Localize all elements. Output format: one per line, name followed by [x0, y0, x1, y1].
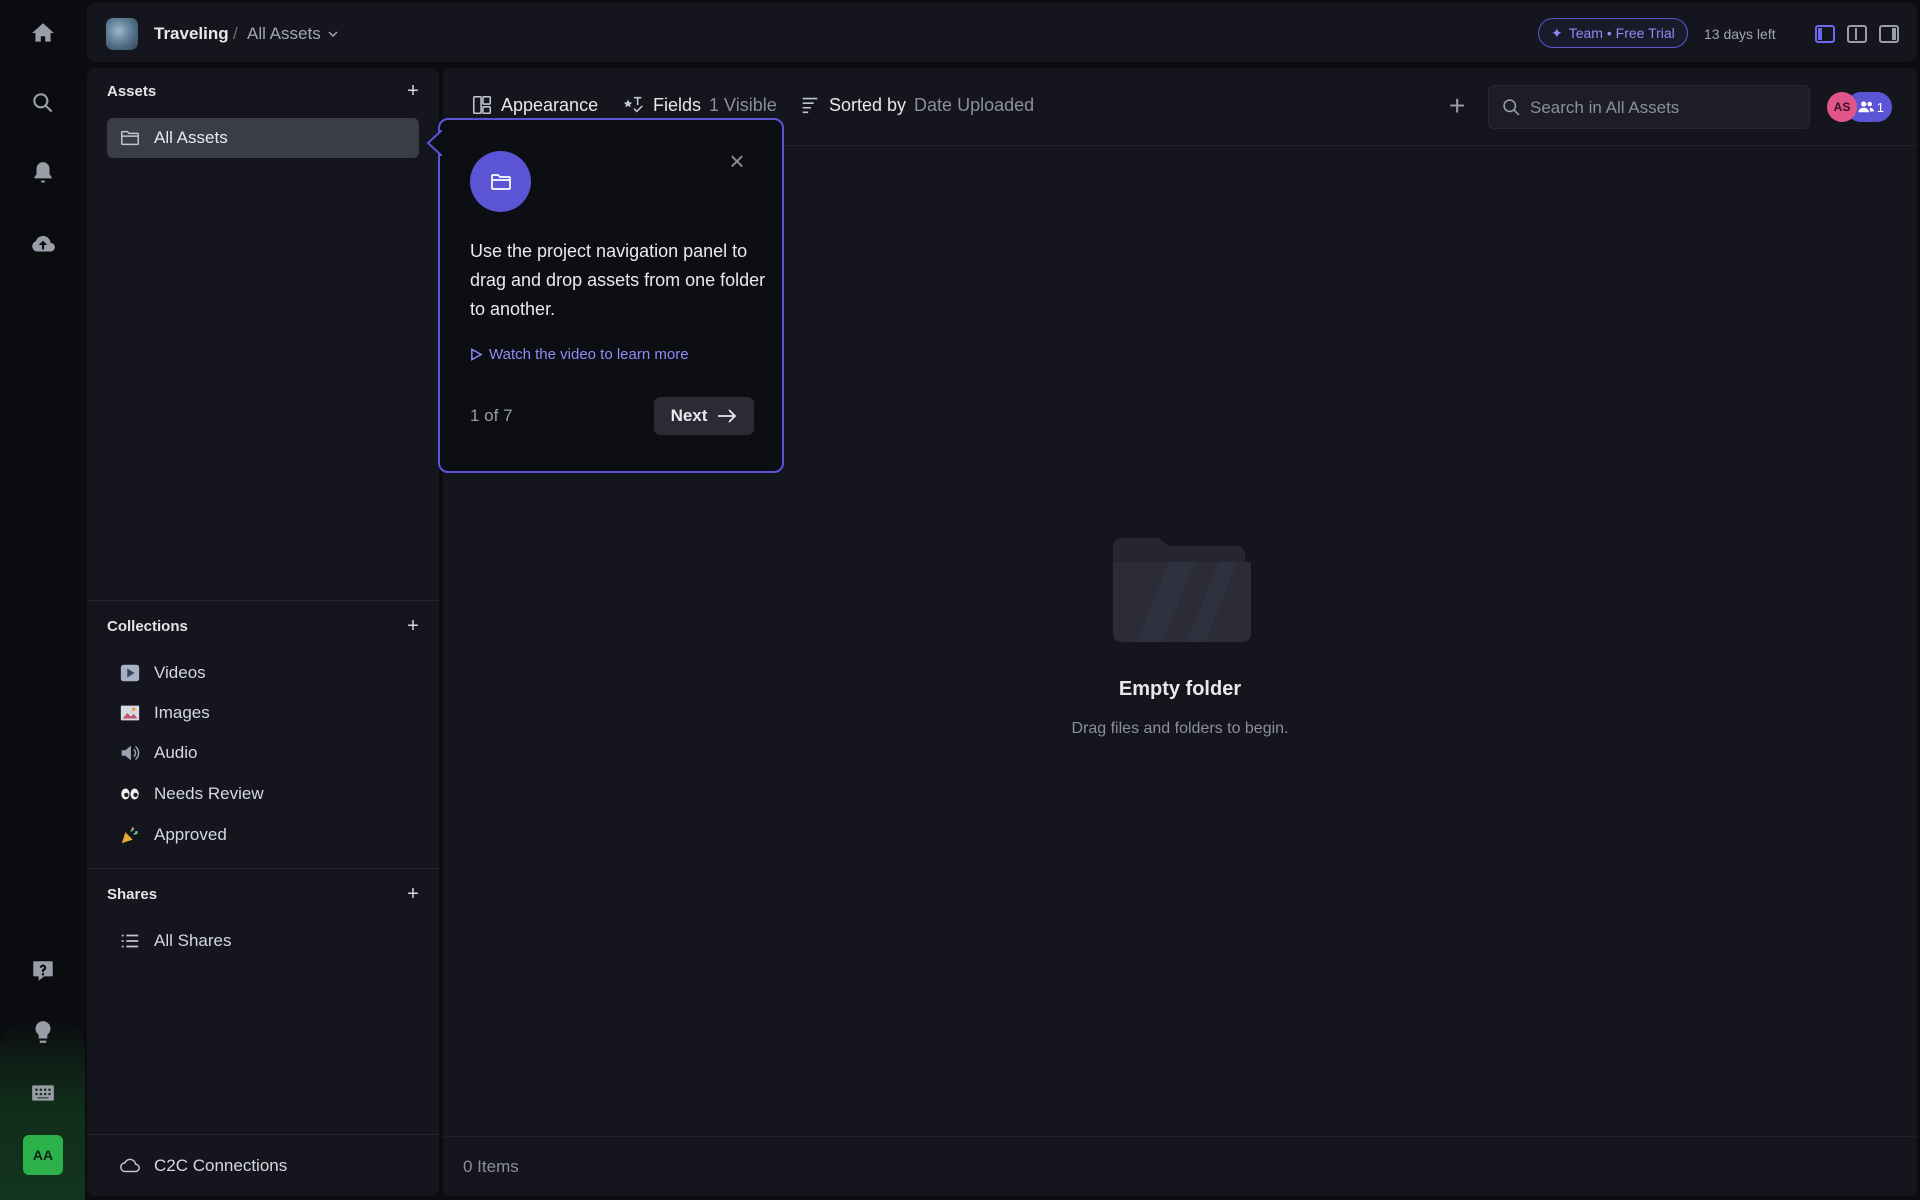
fields-label: Fields — [653, 94, 702, 115]
sidebar-item-label: Approved — [154, 825, 227, 844]
appearance-label: Appearance — [501, 94, 599, 115]
speaker-icon — [118, 741, 142, 765]
sidebar-item-label: Images — [154, 703, 210, 722]
fields-icon — [623, 96, 643, 113]
add-collection-button[interactable]: + — [405, 616, 421, 636]
fields-visible-count: 1 Visible — [709, 94, 777, 115]
trial-days-left: 13 days left — [1704, 26, 1776, 42]
section-divider — [87, 600, 439, 601]
layout-left-panel-icon[interactable] — [1815, 25, 1835, 43]
app-rail: AA — [0, 0, 85, 1200]
project-thumbnail[interactable] — [106, 18, 138, 50]
appearance-button[interactable]: Appearance — [471, 94, 598, 116]
layout-grid-icon — [472, 95, 492, 115]
breadcrumb-project[interactable]: Traveling — [154, 24, 229, 44]
next-button[interactable]: Next — [654, 397, 754, 435]
add-asset-folder-button[interactable]: + — [405, 81, 421, 101]
fields-button[interactable]: Fields 1 Visible — [623, 94, 777, 116]
popover-folder-badge — [470, 151, 531, 212]
sidebar-item-label: C2C Connections — [154, 1156, 288, 1175]
breadcrumb-separator: / — [233, 24, 238, 43]
sidebar-item-approved[interactable]: Approved — [107, 815, 419, 855]
section-divider — [87, 868, 439, 869]
sidebar-item-videos[interactable]: Videos — [107, 653, 419, 693]
member-avatar[interactable]: AS — [1827, 92, 1857, 122]
sort-lines-icon — [802, 97, 818, 114]
image-icon — [118, 701, 142, 725]
sorted-by-value: Date Uploaded — [914, 94, 1035, 115]
sidebar-item-all-assets[interactable]: All Assets — [107, 118, 419, 158]
user-avatar[interactable]: AA — [23, 1135, 63, 1175]
home-icon[interactable] — [22, 12, 64, 54]
empty-state-title: Empty folder — [1118, 678, 1242, 700]
sorted-by-label: Sorted by — [829, 94, 907, 115]
play-icon — [118, 661, 142, 685]
sort-button[interactable]: Sorted by Date Uploaded — [799, 94, 1034, 116]
eyes-icon — [118, 782, 142, 806]
onboarding-popover: × Use the project navigation panel to dr… — [426, 118, 784, 473]
empty-folder-icon — [1113, 538, 1251, 642]
trial-badge-label: Team • Free Trial — [1568, 25, 1675, 41]
cloud-upload-icon[interactable] — [22, 224, 64, 266]
watch-video-link[interactable]: Watch the video to learn more — [470, 346, 689, 363]
sidebar-item-needs-review[interactable]: Needs Review — [107, 774, 419, 814]
sidebar-item-label: Needs Review — [154, 784, 264, 803]
add-share-button[interactable]: + — [405, 884, 421, 904]
search-input[interactable] — [1530, 95, 1800, 121]
folder-icon — [490, 173, 511, 190]
project-navigation-panel: Assets + All Assets Collections + Videos… — [87, 68, 439, 1196]
empty-state-subtitle: Drag files and folders to begin. — [1071, 720, 1289, 737]
sidebar-item-label: Videos — [154, 663, 206, 682]
breadcrumb-current-folder[interactable]: All Assets — [247, 24, 321, 44]
section-divider — [87, 1134, 439, 1135]
bell-icon[interactable] — [22, 152, 64, 194]
list-icon — [118, 929, 142, 953]
layout-split-panel-icon[interactable] — [1847, 25, 1867, 43]
close-icon[interactable]: × — [726, 148, 748, 174]
cloud-icon — [118, 1154, 142, 1178]
sidebar-item-label: All Assets — [154, 128, 228, 147]
top-bar: Traveling / All Assets ✦ Team • Free Tri… — [87, 3, 1917, 62]
member-count: 1 — [1876, 99, 1884, 115]
popover-step-counter: 1 of 7 — [470, 406, 513, 425]
shares-section-title: Shares — [107, 886, 158, 903]
help-icon[interactable] — [22, 950, 64, 992]
sparkle-icon: ✦ — [1551, 24, 1563, 41]
collections-section-title: Collections — [107, 618, 188, 635]
sidebar-item-images[interactable]: Images — [107, 693, 419, 733]
sidebar-item-c2c-connections[interactable]: C2C Connections — [107, 1146, 419, 1186]
search-icon — [1503, 99, 1520, 116]
watch-video-label: Watch the video to learn more — [489, 346, 689, 363]
next-button-label: Next — [670, 406, 708, 425]
users-icon — [1858, 101, 1874, 113]
add-button[interactable]: + — [1449, 90, 1465, 122]
keyboard-icon[interactable] — [22, 1072, 64, 1114]
party-popper-icon — [118, 823, 142, 847]
folder-icon — [118, 126, 142, 150]
sidebar-item-label: All Shares — [154, 931, 232, 950]
sidebar-item-all-shares[interactable]: All Shares — [107, 921, 419, 961]
item-count: 0 Items — [463, 1157, 519, 1176]
popover-message: Use the project navigation panel to drag… — [470, 241, 766, 319]
status-bar: 0 Items — [443, 1136, 1917, 1196]
lightbulb-icon[interactable] — [22, 1011, 64, 1053]
arrow-right-icon — [718, 409, 737, 423]
layout-right-panel-icon[interactable] — [1879, 25, 1899, 43]
trial-badge[interactable]: ✦ Team • Free Trial — [1538, 18, 1688, 48]
play-outline-icon — [471, 348, 483, 361]
search-icon[interactable] — [22, 82, 64, 124]
search-box[interactable] — [1488, 85, 1810, 129]
popover-arrow — [426, 130, 442, 156]
assets-section-title: Assets — [107, 83, 157, 100]
sidebar-item-label: Audio — [154, 743, 198, 762]
sidebar-item-audio[interactable]: Audio — [107, 733, 419, 773]
chevron-down-icon[interactable] — [328, 29, 338, 39]
